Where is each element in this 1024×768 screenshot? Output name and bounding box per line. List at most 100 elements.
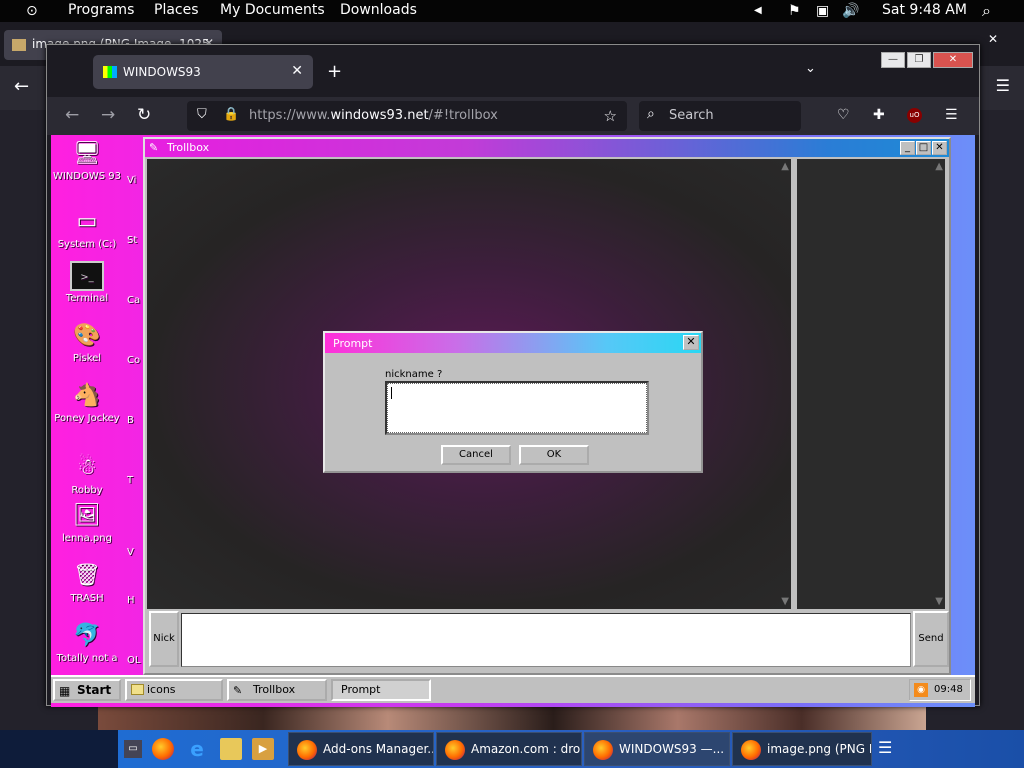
flag-icon[interactable]: ⚑ (788, 2, 801, 20)
ublock-origin-icon[interactable]: uO (907, 108, 922, 123)
cancel-button[interactable]: Cancel (441, 445, 511, 465)
pocket-icon[interactable]: ♡ (837, 107, 850, 123)
internet-explorer-icon[interactable]: e (186, 738, 208, 760)
close-icon[interactable]: ✕ (988, 32, 998, 46)
search-icon[interactable]: ⌕ (982, 2, 991, 20)
folder-icon (131, 684, 144, 695)
back-arrow-icon[interactable]: ← (65, 105, 79, 125)
rss-icon[interactable]: ◉ (914, 683, 928, 697)
media-player-icon[interactable]: ▶ (252, 738, 274, 760)
os-taskbar: ▭ e ▶ Add-ons Manager... Amazon.com : dr… (0, 730, 1024, 768)
minimize-icon[interactable]: — (881, 52, 905, 68)
triangle-left-icon[interactable]: ◀ (754, 2, 762, 20)
menu-programs[interactable]: Programs (68, 2, 134, 18)
firefox-icon[interactable] (152, 738, 174, 760)
image-file-icon: 🖼 (73, 503, 101, 528)
desktop-icon-label: WINDOWS 93 (52, 171, 122, 182)
file-manager-icon[interactable] (220, 738, 242, 760)
dolphin-icon: 🐬 (73, 623, 101, 648)
maximize-icon[interactable]: □ (916, 141, 931, 155)
hamburger-menu-icon[interactable]: ☰ (996, 76, 1010, 95)
user-list[interactable]: ▲ ▼ (795, 159, 945, 609)
tab-windows93[interactable]: WINDOWS93 ✕ (93, 55, 313, 89)
task-icons[interactable]: icons (125, 679, 223, 701)
desktop-icon-robby[interactable]: ☃ Robby (51, 453, 123, 497)
task-prompt-label: Prompt (341, 683, 381, 696)
chevron-down-icon[interactable]: ⌄ (805, 61, 816, 76)
prompt-titlebar[interactable]: Prompt ✕ (325, 333, 701, 353)
nick-button[interactable]: Nick (149, 611, 179, 667)
close-icon[interactable]: ✕ (932, 141, 947, 155)
desktop-icon-poney-jockey[interactable]: 🐴 Poney Jockey (51, 381, 123, 425)
desktop-icon-piskel[interactable]: 🎨 Piskel (51, 321, 123, 365)
send-button[interactable]: Send (913, 611, 949, 667)
start-button[interactable]: ▦ Start (53, 679, 121, 701)
tab-strip: WINDOWS93 ✕ + ⌄ — ❐ ✕ (47, 45, 979, 97)
stick-figure-icon: ☃ (77, 455, 97, 480)
reload-icon[interactable]: ↻ (137, 105, 151, 125)
desktop-icon-totally-not-a[interactable]: 🐬 Totally not a (51, 621, 123, 665)
drive-icon: ▭ (76, 209, 98, 234)
os-task-image-png[interactable]: image.png (PNG I... (732, 732, 872, 766)
os-task-addons-manager[interactable]: Add-ons Manager... (288, 732, 434, 766)
extensions-icon[interactable]: ✚ (873, 107, 885, 123)
minimize-icon[interactable]: _ (900, 141, 915, 155)
url-prefix: https://www. (249, 108, 331, 123)
lock-icon[interactable]: 🔒 (223, 107, 239, 122)
windows93-desktop: 🖥 WINDOWS 93 Vi ▭ System (C:) St >_ Termina… (51, 135, 975, 707)
desktop-icon-label: Poney Jockey (54, 413, 120, 424)
panel-clock[interactable]: Sat 9:48 AM (882, 2, 967, 18)
os-task-windows93[interactable]: WINDOWS93 —... (584, 732, 730, 766)
top-panel: ⊙ Programs Places My Documents Downloads… (0, 0, 1024, 22)
firefox-icon (297, 740, 317, 760)
message-input[interactable] (181, 613, 911, 667)
volume-icon[interactable]: 🔊 (842, 2, 859, 20)
text-caret (391, 387, 392, 399)
menu-downloads[interactable]: Downloads (340, 2, 417, 18)
shield-icon[interactable]: ⛉ (197, 107, 207, 122)
palette-icon: 🎨 (73, 323, 101, 348)
nickname-input[interactable] (385, 381, 649, 435)
scroll-down-icon[interactable]: ▼ (935, 596, 943, 607)
desktop-icon-terminal[interactable]: >_ Terminal (51, 261, 123, 305)
activities-icon[interactable]: ⊙ (26, 2, 38, 20)
close-tab-icon[interactable]: ✕ (291, 63, 303, 79)
url-bar[interactable]: ⛉ 🔒 https://www.windows93.net/#!trollbox… (187, 101, 627, 131)
new-tab-icon[interactable]: + (327, 61, 342, 82)
bookmark-star-icon[interactable]: ☆ (604, 107, 617, 125)
w93-clock[interactable]: 09:48 (934, 680, 963, 700)
desktop-icon-lenna[interactable]: 🖼 lenna.png (51, 501, 123, 545)
maximize-icon[interactable]: ❐ (907, 52, 931, 68)
hamburger-menu-icon[interactable]: ☰ (945, 107, 958, 123)
back-arrow-icon[interactable]: ← (14, 76, 29, 97)
terminal-icon: >_ (70, 261, 104, 291)
desktop-icon-system[interactable]: ▭ System (C:) (51, 207, 123, 251)
windows93-favicon-icon (103, 66, 117, 78)
forward-arrow-icon[interactable]: → (101, 105, 115, 125)
pony-icon: 🐴 (73, 383, 101, 408)
trollbox-window-controls: _ □ ✕ (899, 140, 947, 155)
scroll-up-icon[interactable]: ▲ (781, 161, 789, 172)
computer-icon: 🖥 (73, 141, 101, 166)
trollbox-titlebar[interactable]: ✎ Trollbox _ □ ✕ (145, 139, 949, 157)
show-desktop-icon[interactable]: ▭ (124, 740, 142, 758)
trollbox-icon: ✎ (233, 684, 243, 697)
close-icon[interactable]: ✕ (683, 335, 699, 350)
network-icon[interactable]: ▣ (816, 2, 829, 20)
menu-my-documents[interactable]: My Documents (220, 2, 325, 18)
os-task-amazon[interactable]: Amazon.com : dro... (436, 732, 582, 766)
task-prompt[interactable]: Prompt (331, 679, 431, 701)
search-input[interactable]: ⌕ Search (639, 101, 801, 131)
url-text[interactable]: https://www.windows93.net/#!trollbox (249, 108, 498, 123)
start-label: Start (77, 683, 112, 697)
prompt-label: nickname ? (385, 369, 443, 380)
menu-places[interactable]: Places (154, 2, 199, 18)
taskbar-menu-icon[interactable]: ☰ (878, 738, 892, 757)
task-trollbox[interactable]: ✎ Trollbox (227, 679, 327, 701)
scroll-down-icon[interactable]: ▼ (781, 596, 789, 607)
desktop-icon-windows93[interactable]: 🖥 WINDOWS 93 (51, 139, 123, 183)
scroll-up-icon[interactable]: ▲ (935, 161, 943, 172)
ok-button[interactable]: OK (519, 445, 589, 465)
desktop-icon-trash[interactable]: 🗑 TRASH (51, 561, 123, 605)
window-close-icon[interactable]: ✕ (933, 52, 973, 68)
